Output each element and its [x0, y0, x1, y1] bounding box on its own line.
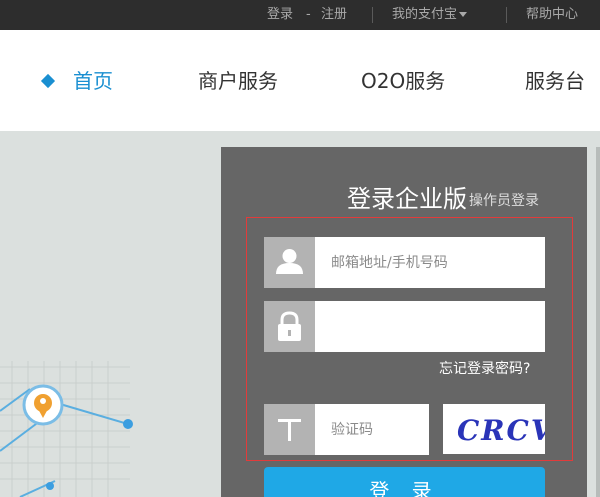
login-link[interactable]: 登录	[267, 7, 293, 23]
operator-login-link[interactable]: 操作员登录	[469, 192, 539, 210]
login-title: 登录企业版	[347, 185, 467, 213]
password-input[interactable]	[331, 316, 536, 338]
active-indicator-icon	[40, 73, 56, 89]
nav-item-merchant-services[interactable]: 商户服务	[198, 69, 278, 93]
nav-item-home[interactable]: 首页	[73, 69, 113, 93]
register-link[interactable]: 注册	[321, 7, 347, 23]
captcha-input[interactable]	[331, 419, 423, 441]
my-alipay-label: 我的支付宝	[392, 7, 458, 22]
login-panel: 登录企业版 操作员登录 忘记登录密码? CRCV	[221, 147, 587, 497]
forgot-password-link[interactable]: 忘记登录密码?	[439, 360, 530, 378]
lock-icon	[264, 301, 315, 352]
captcha-text: CRCV	[457, 414, 545, 447]
divider	[372, 7, 373, 23]
password-field[interactable]	[315, 301, 545, 352]
page-edge-scrollbar	[596, 147, 600, 497]
login-button[interactable]: 登 录	[264, 467, 545, 497]
divider	[506, 7, 507, 23]
captcha-field[interactable]	[315, 404, 429, 455]
username-input[interactable]	[331, 252, 536, 274]
link-separator-dash: -	[306, 7, 311, 22]
chevron-down-icon	[459, 12, 468, 17]
username-field[interactable]	[315, 237, 545, 288]
help-center-link[interactable]: 帮助中心	[526, 7, 578, 23]
nav-item-service-desk[interactable]: 服务台	[525, 69, 585, 93]
my-alipay-menu[interactable]: 我的支付宝	[392, 7, 468, 23]
top-utility-bar: 登录 - 注册 我的支付宝 帮助中心	[0, 0, 600, 30]
nav-item-o2o-services[interactable]: O2O服务	[361, 69, 445, 93]
captcha-image[interactable]: CRCV	[443, 404, 554, 454]
main-nav: 首页 商户服务 O2O服务 服务台	[0, 30, 600, 131]
user-icon	[264, 237, 315, 288]
text-t-icon	[264, 404, 315, 455]
